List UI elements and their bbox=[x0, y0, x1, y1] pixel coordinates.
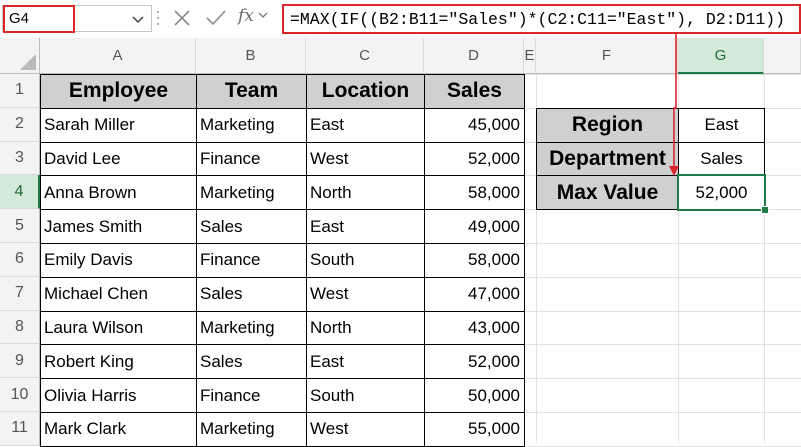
row-header-7[interactable]: 7 bbox=[0, 276, 40, 311]
table-cell[interactable]: Sales bbox=[196, 276, 307, 312]
table-cell[interactable]: North bbox=[306, 175, 425, 211]
fill-handle[interactable] bbox=[761, 206, 769, 215]
table-cell[interactable]: James Smith bbox=[40, 209, 197, 244]
column-header-b[interactable]: B bbox=[196, 38, 306, 74]
formula-input[interactable]: =MAX(IF((B2:B11="Sales")*(C2:C11="East")… bbox=[282, 4, 801, 34]
table-cell[interactable]: Olivia Harris bbox=[40, 378, 197, 413]
row-header-11[interactable]: 11 bbox=[0, 412, 40, 446]
insert-function-icon[interactable]: fx bbox=[238, 6, 254, 26]
table-cell[interactable]: 58,000 bbox=[424, 243, 525, 278]
table-cell[interactable]: Robert King bbox=[40, 344, 197, 380]
row-header-9[interactable]: 9 bbox=[0, 344, 40, 379]
criteria-value-cell[interactable]: Sales bbox=[678, 141, 765, 177]
table-cell[interactable]: 52,000 bbox=[424, 141, 525, 177]
table-cell[interactable]: Marketing bbox=[196, 175, 307, 211]
name-box[interactable]: G4 bbox=[2, 5, 152, 33]
table-cell[interactable]: 50,000 bbox=[424, 378, 525, 413]
chevron-down-icon[interactable] bbox=[131, 12, 145, 26]
separator-grip-icon bbox=[157, 11, 159, 25]
table-header-cell[interactable]: Employee bbox=[40, 74, 197, 109]
table-cell[interactable]: Emily Davis bbox=[40, 243, 197, 278]
row-header-2[interactable]: 2 bbox=[0, 107, 40, 142]
table-cell[interactable]: Finance bbox=[196, 243, 307, 278]
table-cell[interactable]: David Lee bbox=[40, 141, 197, 177]
column-header-a[interactable]: A bbox=[40, 38, 196, 74]
row-header-1[interactable]: 1 bbox=[0, 74, 40, 108]
column-header-f[interactable]: F bbox=[536, 38, 678, 74]
cancel-icon[interactable] bbox=[170, 6, 194, 30]
criteria-value-cell[interactable]: East bbox=[678, 107, 765, 143]
name-box-value: G4 bbox=[9, 10, 30, 27]
table-cell[interactable]: East bbox=[306, 107, 425, 143]
table-header-cell[interactable]: Sales bbox=[424, 74, 525, 109]
column-header-g[interactable]: G bbox=[678, 38, 764, 74]
selected-cell-border bbox=[677, 174, 766, 212]
table-cell[interactable]: 58,000 bbox=[424, 175, 525, 211]
table-cell[interactable]: Marketing bbox=[196, 107, 307, 143]
table-cell[interactable]: Laura Wilson bbox=[40, 310, 197, 346]
table-cell[interactable]: North bbox=[306, 310, 425, 346]
table-cell[interactable]: Finance bbox=[196, 141, 307, 177]
table-header-cell[interactable]: Location bbox=[306, 74, 425, 109]
row-header-8[interactable]: 8 bbox=[0, 310, 40, 345]
criteria-label-cell[interactable]: Max Value bbox=[536, 175, 679, 211]
table-cell[interactable]: South bbox=[306, 243, 425, 278]
row-header-3[interactable]: 3 bbox=[0, 141, 40, 176]
table-cell[interactable]: East bbox=[306, 209, 425, 244]
checkmark-icon[interactable] bbox=[204, 6, 228, 30]
table-cell[interactable]: Marketing bbox=[196, 310, 307, 346]
table-cell[interactable]: South bbox=[306, 378, 425, 413]
formula-bar-area: G4 fx =MAX(IF((B2:B11="Sales")*(C2:C11="… bbox=[0, 0, 801, 38]
select-all-corner[interactable] bbox=[0, 38, 40, 74]
table-cell[interactable]: Anna Brown bbox=[40, 175, 197, 211]
row-header-10[interactable]: 10 bbox=[0, 378, 40, 412]
table-cell[interactable]: West bbox=[306, 412, 425, 447]
table-cell[interactable]: Mark Clark bbox=[40, 412, 197, 447]
row-header-4[interactable]: 4 bbox=[0, 175, 40, 210]
formula-text: =MAX(IF((B2:B11="Sales")*(C2:C11="East")… bbox=[290, 10, 786, 29]
criteria-label-cell[interactable]: Department bbox=[536, 141, 679, 177]
table-cell[interactable]: 43,000 bbox=[424, 310, 525, 346]
table-cell[interactable]: 55,000 bbox=[424, 412, 525, 447]
table-cell[interactable]: 52,000 bbox=[424, 344, 525, 380]
column-header-e[interactable]: E bbox=[524, 38, 536, 74]
column-header-h[interactable] bbox=[764, 38, 801, 74]
row-header-5[interactable]: 5 bbox=[0, 209, 40, 243]
select-all-triangle-icon bbox=[20, 54, 36, 70]
table-cell[interactable]: Michael Chen bbox=[40, 276, 197, 312]
table-header-cell[interactable]: Team bbox=[196, 74, 307, 109]
table-cell[interactable]: West bbox=[306, 276, 425, 312]
row-header-6[interactable]: 6 bbox=[0, 243, 40, 277]
chevron-down-icon[interactable] bbox=[258, 10, 268, 20]
table-cell[interactable]: West bbox=[306, 141, 425, 177]
table-cell[interactable]: 49,000 bbox=[424, 209, 525, 244]
column-header-c[interactable]: C bbox=[306, 38, 424, 74]
column-header-d[interactable]: D bbox=[424, 38, 524, 74]
table-cell[interactable]: Sarah Miller bbox=[40, 107, 197, 143]
table-cell[interactable]: 47,000 bbox=[424, 276, 525, 312]
table-cell[interactable]: Finance bbox=[196, 378, 307, 413]
table-cell[interactable]: Sales bbox=[196, 209, 307, 244]
table-cell[interactable]: 45,000 bbox=[424, 107, 525, 143]
criteria-label-cell[interactable]: Region bbox=[536, 107, 679, 143]
table-cell[interactable]: Marketing bbox=[196, 412, 307, 447]
table-cell[interactable]: Sales bbox=[196, 344, 307, 380]
table-cell[interactable]: East bbox=[306, 344, 425, 380]
